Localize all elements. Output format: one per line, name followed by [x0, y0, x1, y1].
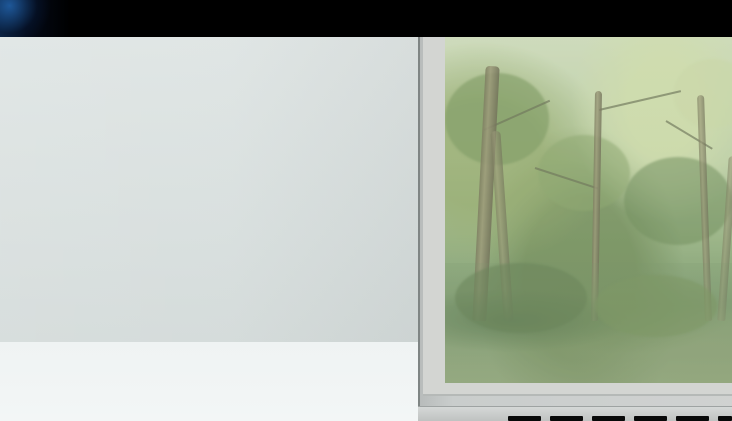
keyboard-key: [676, 416, 709, 421]
keyboard-key: [592, 416, 625, 421]
wall-shading: [0, 37, 422, 342]
keyboard-key: [508, 416, 541, 421]
keyboard-key: [718, 416, 732, 421]
laptop-screen: [445, 37, 732, 383]
scene: [0, 0, 732, 421]
screen-light-wash: [445, 37, 732, 383]
desk-surface: [0, 342, 422, 421]
keyboard-key: [550, 416, 583, 421]
keyboard-key: [634, 416, 667, 421]
top-dark-band: [0, 0, 732, 37]
